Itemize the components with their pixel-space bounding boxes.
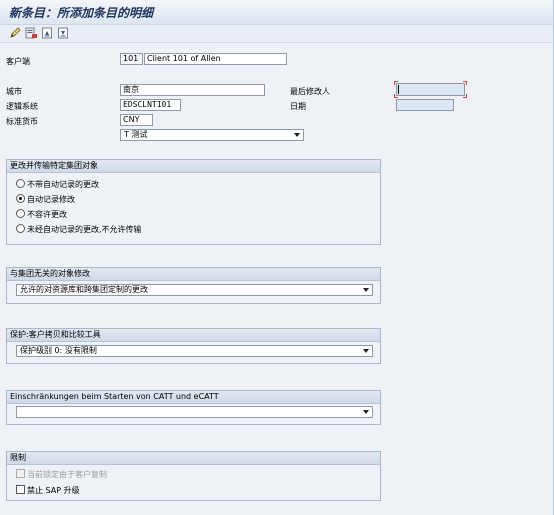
radio-button[interactable] bbox=[16, 179, 25, 188]
cross-client-title: 与集团无关的对象修改 bbox=[7, 268, 380, 281]
first-entry-icon[interactable] bbox=[41, 27, 54, 39]
client-role-dropdown[interactable]: T 测试 bbox=[120, 129, 304, 141]
client-name-field[interactable]: Client 101 of Allen bbox=[144, 53, 287, 65]
text-cursor bbox=[398, 85, 399, 94]
client-number-field[interactable]: 101 bbox=[120, 53, 143, 65]
catt-dropdown[interactable] bbox=[16, 406, 373, 418]
radio-option-no-changes[interactable]: 不容许更改 bbox=[16, 209, 67, 220]
date-field[interactable] bbox=[396, 99, 454, 111]
title-bar: 新条目：所添加条目的明细 bbox=[0, 0, 554, 25]
exit-icon[interactable] bbox=[25, 27, 38, 39]
protection-box: 保护:客户拷贝和比较工具 保护级别 0: 没有限制 bbox=[6, 328, 381, 364]
application-toolbar bbox=[0, 25, 554, 43]
focus-corner bbox=[394, 94, 398, 98]
city-label: 城市 bbox=[6, 87, 22, 96]
group-changes-title: 更改并传输特定集团对象 bbox=[7, 160, 380, 173]
restrictions-title: 限制 bbox=[7, 452, 380, 465]
radio-option-auto-recording[interactable]: 自动记录修改 bbox=[16, 194, 75, 205]
changed-by-label: 最后修改人 bbox=[290, 87, 330, 96]
checkbox bbox=[16, 469, 25, 478]
catt-box: Einschränkungen beim Starten von CATT un… bbox=[6, 390, 381, 425]
protection-title: 保护:客户拷贝和比较工具 bbox=[7, 329, 380, 342]
chevron-down-icon bbox=[363, 349, 369, 353]
checkbox-locked-client-copy: 当前锁定由于客户复制 bbox=[16, 469, 107, 480]
radio-button[interactable] bbox=[16, 224, 25, 233]
changed-by-field[interactable] bbox=[396, 83, 465, 96]
city-field[interactable]: 南京 bbox=[120, 84, 265, 96]
catt-title: Einschränkungen beim Starten von CATT un… bbox=[7, 391, 380, 404]
cross-client-box: 与集团无关的对象修改 允许的对资源库和跨集团定制的更改 bbox=[6, 267, 381, 304]
chevron-down-icon bbox=[363, 410, 369, 414]
checkbox-no-sap-upgrade[interactable]: 禁止 SAP 升级 bbox=[16, 485, 80, 496]
logical-system-label: 逻辑系统 bbox=[6, 102, 38, 111]
radio-button-selected[interactable] bbox=[16, 194, 25, 203]
logical-system-field[interactable]: EDSCLNT101 bbox=[120, 99, 181, 111]
radio-option-no-transport[interactable]: 未经自动记录的更改,不允许传输 bbox=[16, 224, 142, 235]
radio-option-no-recording[interactable]: 不带自动记录的更改 bbox=[16, 179, 99, 190]
restrictions-box: 限制 当前锁定由于客户复制 禁止 SAP 升级 bbox=[6, 451, 381, 501]
group-changes-box: 更改并传输特定集团对象 不带自动记录的更改 自动记录修改 不容许更改 未经自动记… bbox=[6, 159, 381, 245]
currency-field[interactable]: CNY bbox=[120, 114, 153, 126]
focus-corner bbox=[463, 81, 467, 85]
window-title: 新条目：所添加条目的明细 bbox=[9, 6, 154, 20]
focus-corner bbox=[463, 94, 467, 98]
client-role-value: T 测试 bbox=[124, 130, 148, 139]
client-label: 客户端 bbox=[6, 57, 30, 66]
edit-icon[interactable] bbox=[9, 27, 22, 39]
chevron-down-icon bbox=[363, 288, 369, 292]
checkbox[interactable] bbox=[16, 485, 25, 494]
date-label: 日期 bbox=[290, 102, 306, 111]
protection-dropdown[interactable]: 保护级别 0: 没有限制 bbox=[16, 345, 373, 357]
radio-button[interactable] bbox=[16, 209, 25, 218]
last-entry-icon[interactable] bbox=[57, 27, 70, 39]
cross-client-dropdown[interactable]: 允许的对资源库和跨集团定制的更改 bbox=[16, 284, 373, 296]
chevron-down-icon bbox=[294, 133, 300, 137]
currency-label: 标准货币 bbox=[6, 117, 38, 126]
